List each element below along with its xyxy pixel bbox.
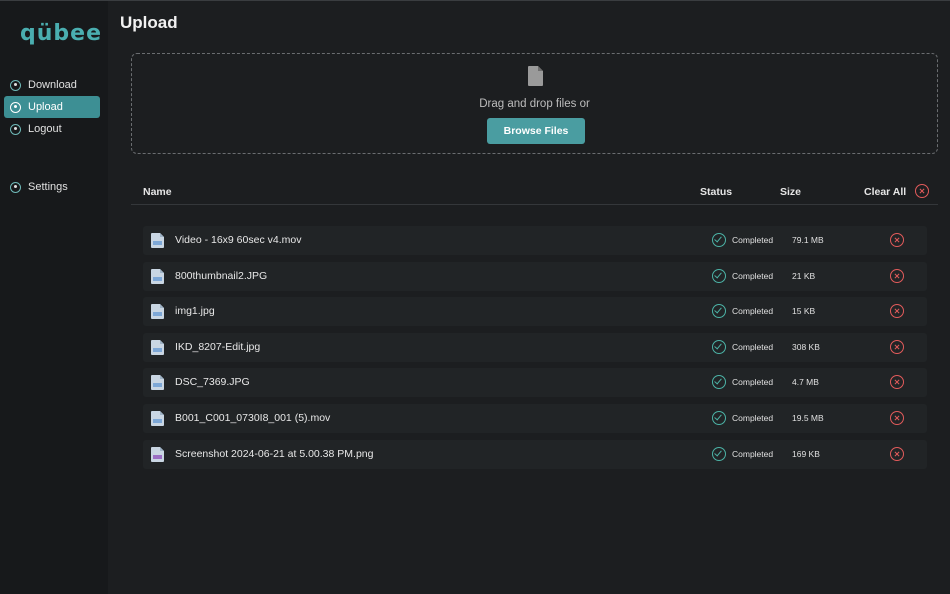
file-name: 800thumbnail2.JPG — [175, 270, 268, 282]
close-icon — [891, 376, 903, 388]
file-size: 15 KB — [792, 306, 816, 316]
file-size: 308 KB — [792, 342, 820, 352]
file-row: IKD_8207-Edit.jpg Completed 308 KB — [143, 333, 927, 362]
remove-file-button[interactable] — [890, 411, 904, 425]
close-icon — [891, 341, 903, 353]
table-header: Name Status Size Clear All — [131, 182, 938, 205]
file-name: Screenshot 2024-06-21 at 5.00.38 PM.png — [175, 448, 374, 460]
file-size: 19.5 MB — [792, 413, 824, 423]
upload-icon — [10, 101, 21, 113]
sidebar-item-logout[interactable]: Logout — [4, 118, 100, 140]
file-row: img1.jpg Completed 15 KB — [143, 297, 927, 326]
sidebar-item-settings[interactable]: Settings — [4, 176, 100, 198]
file-status: Completed — [732, 413, 774, 423]
file-icon — [151, 304, 164, 319]
close-icon — [891, 412, 903, 424]
drop-zone[interactable]: Drag and drop files or Browse Files — [131, 53, 938, 154]
file-size: 4.7 MB — [792, 377, 819, 387]
drop-zone-text: Drag and drop files or — [479, 98, 590, 110]
sidebar: qübee Download Upload Logout Settings — [0, 1, 108, 594]
page-title: Upload — [120, 13, 178, 32]
browse-files-button[interactable]: Browse Files — [487, 118, 585, 144]
file-name: IKD_8207-Edit.jpg — [175, 341, 261, 353]
app-logo: qübee — [20, 21, 102, 46]
sidebar-item-label: Logout — [28, 123, 62, 135]
file-row: B001_C001_0730I8_001 (5).mov Completed 19.… — [143, 404, 927, 433]
column-header-status: Status — [700, 186, 733, 198]
file-status: Completed — [732, 235, 774, 245]
check-circle-icon — [712, 447, 726, 461]
file-icon — [151, 411, 164, 426]
file-row: Screenshot 2024-06-21 at 5.00.38 PM.png C… — [143, 440, 927, 469]
window-top-border — [0, 0, 950, 1]
file-status: Completed — [732, 342, 774, 352]
sidebar-item-upload[interactable]: Upload — [4, 96, 100, 118]
remove-file-button[interactable] — [890, 269, 904, 283]
file-status: Completed — [732, 271, 774, 281]
remove-file-button[interactable] — [890, 340, 904, 354]
close-icon — [891, 305, 903, 317]
file-size: 79.1 MB — [792, 235, 824, 245]
close-icon — [891, 234, 903, 246]
file-icon — [151, 269, 164, 284]
check-circle-icon — [712, 233, 726, 247]
file-row: DSC_7369.JPG Completed 4.7 MB — [143, 368, 927, 397]
file-icon — [151, 340, 164, 355]
file-status: Completed — [732, 449, 774, 459]
column-header-size: Size — [780, 186, 802, 198]
file-icon — [151, 447, 164, 462]
remove-file-button[interactable] — [890, 447, 904, 461]
settings-icon — [10, 181, 21, 193]
file-name: DSC_7369.JPG — [175, 376, 250, 388]
file-status: Completed — [732, 306, 774, 316]
check-circle-icon — [712, 304, 726, 318]
file-name: B001_C001_0730I8_001 (5).mov — [175, 412, 331, 424]
file-status: Completed — [732, 377, 774, 387]
column-header-name: Name — [143, 186, 172, 198]
file-name: img1.jpg — [175, 305, 215, 317]
remove-file-button[interactable] — [890, 375, 904, 389]
check-circle-icon — [712, 269, 726, 283]
clear-all-icon[interactable] — [915, 184, 929, 198]
file-icon — [151, 233, 164, 248]
remove-file-button[interactable] — [890, 304, 904, 318]
close-icon — [891, 270, 903, 282]
file-row: Video - 16x9 60sec v4.mov Completed 79.1 M… — [143, 226, 927, 255]
check-circle-icon — [712, 375, 726, 389]
file-name: Video - 16x9 60sec v4.mov — [175, 234, 302, 246]
file-size: 169 KB — [792, 449, 820, 459]
file-icon — [151, 375, 164, 390]
sidebar-item-label: Download — [28, 79, 77, 91]
file-icon — [528, 66, 543, 86]
sidebar-item-label: Upload — [28, 101, 63, 113]
remove-file-button[interactable] — [890, 233, 904, 247]
sidebar-item-download[interactable]: Download — [4, 74, 100, 96]
sidebar-item-label: Settings — [28, 181, 68, 193]
file-row: 800thumbnail2.JPG Completed 21 KB — [143, 262, 927, 291]
close-icon — [891, 448, 903, 460]
user-icon — [10, 123, 21, 135]
download-icon — [10, 79, 21, 91]
check-circle-icon — [712, 340, 726, 354]
file-size: 21 KB — [792, 271, 816, 281]
check-circle-icon — [712, 411, 726, 425]
clear-all-button[interactable]: Clear All — [864, 186, 906, 198]
